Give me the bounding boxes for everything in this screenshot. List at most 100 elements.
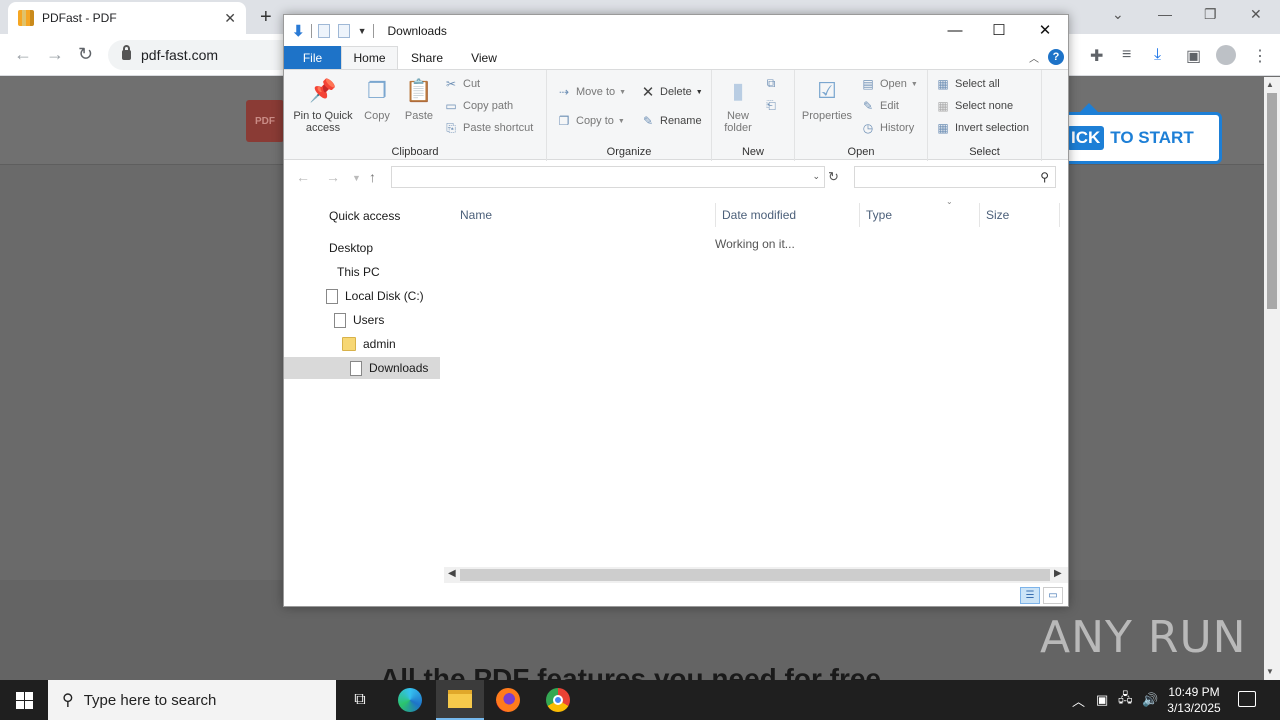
cta-text: TO START [1110,128,1194,147]
select-none-button[interactable]: ▦ Select none [936,99,1013,113]
file-explorer-taskbar-button[interactable] [436,680,484,720]
forward-arrow-icon[interactable]: → [326,169,340,185]
nav-item-local-disk[interactable]: Local Disk (C:) [326,285,424,307]
column-header-type[interactable]: Type [860,203,980,227]
search-icon: ⚲ [62,692,74,709]
scroll-up-icon[interactable]: ▲ [1266,80,1274,89]
url-text: pdf-fast.com [141,47,219,63]
back-arrow-icon[interactable]: ← [296,169,310,185]
horizontal-scrollbar[interactable]: ◀ ▶ [444,567,1068,583]
browser-tab[interactable]: PDFast - PDF ✕ [8,2,246,34]
nav-item-downloads[interactable]: Downloads [284,357,440,379]
network-icon[interactable]: 🖧 [1118,680,1133,720]
nav-item-admin[interactable]: admin [342,333,396,355]
copy-path-button[interactable]: ▭ Copy path [444,99,513,113]
open-dropdown-icon: ▼ [910,80,918,88]
minimize-icon[interactable]: — [932,15,978,45]
battery-icon[interactable]: ▣ [1096,680,1108,720]
maximize-icon[interactable]: ☐ [976,15,1022,45]
paste-shortcut-button[interactable]: ⎘ Paste shortcut [444,121,533,135]
downloads-icon[interactable]: ⤓ [1154,46,1161,64]
scroll-down-icon[interactable]: ▼ [1266,667,1274,676]
reading-list-icon[interactable]: ≡ [1122,46,1131,64]
profile-avatar[interactable] [1216,45,1236,65]
tab-view[interactable]: View [460,46,508,69]
details-view-icon[interactable]: ☰ [1020,587,1040,604]
pin-to-quick-access-button[interactable]: 📌 Pin to Quick access [290,76,356,135]
tab-share[interactable]: Share [402,46,452,69]
taskbar-clock[interactable]: 10:49 PM 3/13/2025 [1160,684,1228,716]
task-view-button[interactable]: ⧉ [336,680,384,720]
close-icon[interactable]: ✕ [1250,6,1262,23]
copy-to-button[interactable]: ❐ Copy to ▼ [557,114,625,128]
firefox-taskbar-button[interactable] [484,680,532,720]
history-button[interactable]: ◷ History [861,121,914,135]
search-input[interactable]: ⚲ [854,166,1056,188]
qat-dropdown-icon[interactable]: ▼ [358,26,367,36]
large-icons-view-icon[interactable]: ▭ [1043,587,1063,604]
back-arrow-icon[interactable]: ← [14,44,32,65]
edge-taskbar-button[interactable] [386,680,434,720]
page-scrollbar-thumb[interactable] [1267,93,1277,309]
help-icon[interactable]: ? [1048,49,1064,65]
select-group: ▦ Select all ▦ Select none ▦ Invert sele… [928,70,1042,161]
copy-button[interactable]: ❐ Copy [360,76,394,123]
move-to-button[interactable]: ⇢ Move to ▼ [557,85,626,99]
paste-button[interactable]: 📋 Paste [402,76,436,123]
properties-qat-icon[interactable] [317,23,330,38]
forward-arrow-icon[interactable]: → [46,44,64,65]
start-button[interactable] [0,680,48,720]
reload-icon[interactable]: ↻ [78,44,93,65]
minimize-icon[interactable]: — [1158,6,1172,22]
tab-home[interactable]: Home [341,46,398,69]
click-to-start-button[interactable]: ICK TO START [1044,103,1222,164]
anyrun-watermark: ANY RUN [1040,612,1247,663]
delete-button[interactable]: ✕ Delete ▼ [641,84,703,101]
select-all-icon: ▦ [937,77,949,91]
cut-button[interactable]: ✂ Cut [444,77,480,91]
horizontal-scrollbar-thumb[interactable] [460,569,1050,581]
refresh-icon[interactable]: ↻ [828,169,839,185]
address-dropdown-icon[interactable]: ⌄ [812,171,820,182]
rename-button[interactable]: ✎ Rename [641,114,702,128]
new-tab-button[interactable]: + [260,6,272,29]
extensions-icon[interactable]: ✚ [1090,46,1103,66]
collapse-ribbon-icon[interactable]: ︿ [1029,50,1039,65]
new-folder-qat-icon[interactable] [337,23,350,38]
nav-item-desktop[interactable]: Desktop [329,237,373,259]
open-button[interactable]: ▤ Open ▼ [861,77,918,91]
show-hidden-icons-icon[interactable]: ︿ [1072,680,1085,720]
tab-close-icon[interactable]: ✕ [224,10,236,27]
volume-icon[interactable]: 🔊 [1142,680,1158,720]
scroll-left-icon[interactable]: ◀ [448,568,456,579]
edit-button[interactable]: ✎ Edit [861,99,899,113]
new-folder-button[interactable]: ▮ New folder [718,76,758,135]
tab-file[interactable]: File [284,46,341,69]
easy-access-icon[interactable]: ⎗ [764,98,778,112]
nav-item-this-pc[interactable]: This PC [337,261,380,283]
nav-item-quick-access[interactable]: Quick access [329,205,400,227]
new-item-icon[interactable]: ⧉ [764,76,778,90]
address-input[interactable]: ⌄ [391,166,825,188]
recent-locations-icon[interactable]: ▼ [352,173,361,183]
pdf-logo: PDF [246,100,284,142]
close-icon[interactable]: ✕ [1022,15,1068,45]
pdfast-favicon-icon [18,10,34,26]
scroll-right-icon[interactable]: ▶ [1054,568,1062,579]
invert-selection-button[interactable]: ▦ Invert selection [936,121,1029,135]
column-header-name[interactable]: Name [454,203,716,227]
chrome-taskbar-button[interactable] [534,680,582,720]
column-header-date-modified[interactable]: Date modified [716,203,860,227]
tab-search-icon[interactable]: ⌄ [1112,6,1124,23]
properties-button[interactable]: ☑ Properties [799,76,855,123]
menu-kebab-icon[interactable]: ⋮ [1252,46,1268,66]
select-all-button[interactable]: ▦ Select all [936,77,999,91]
up-arrow-icon[interactable]: ↑ [369,169,376,185]
taskbar-search[interactable]: ⚲ Type here to search [48,680,336,720]
nav-item-users[interactable]: Users [334,309,384,331]
column-header-size[interactable]: Size [980,203,1060,227]
side-panel-icon[interactable]: ▣ [1186,46,1201,66]
restore-icon[interactable]: ❐ [1204,6,1217,23]
notifications-icon[interactable] [1238,691,1256,707]
address-bar[interactable]: pdf-fast.com [108,40,288,70]
